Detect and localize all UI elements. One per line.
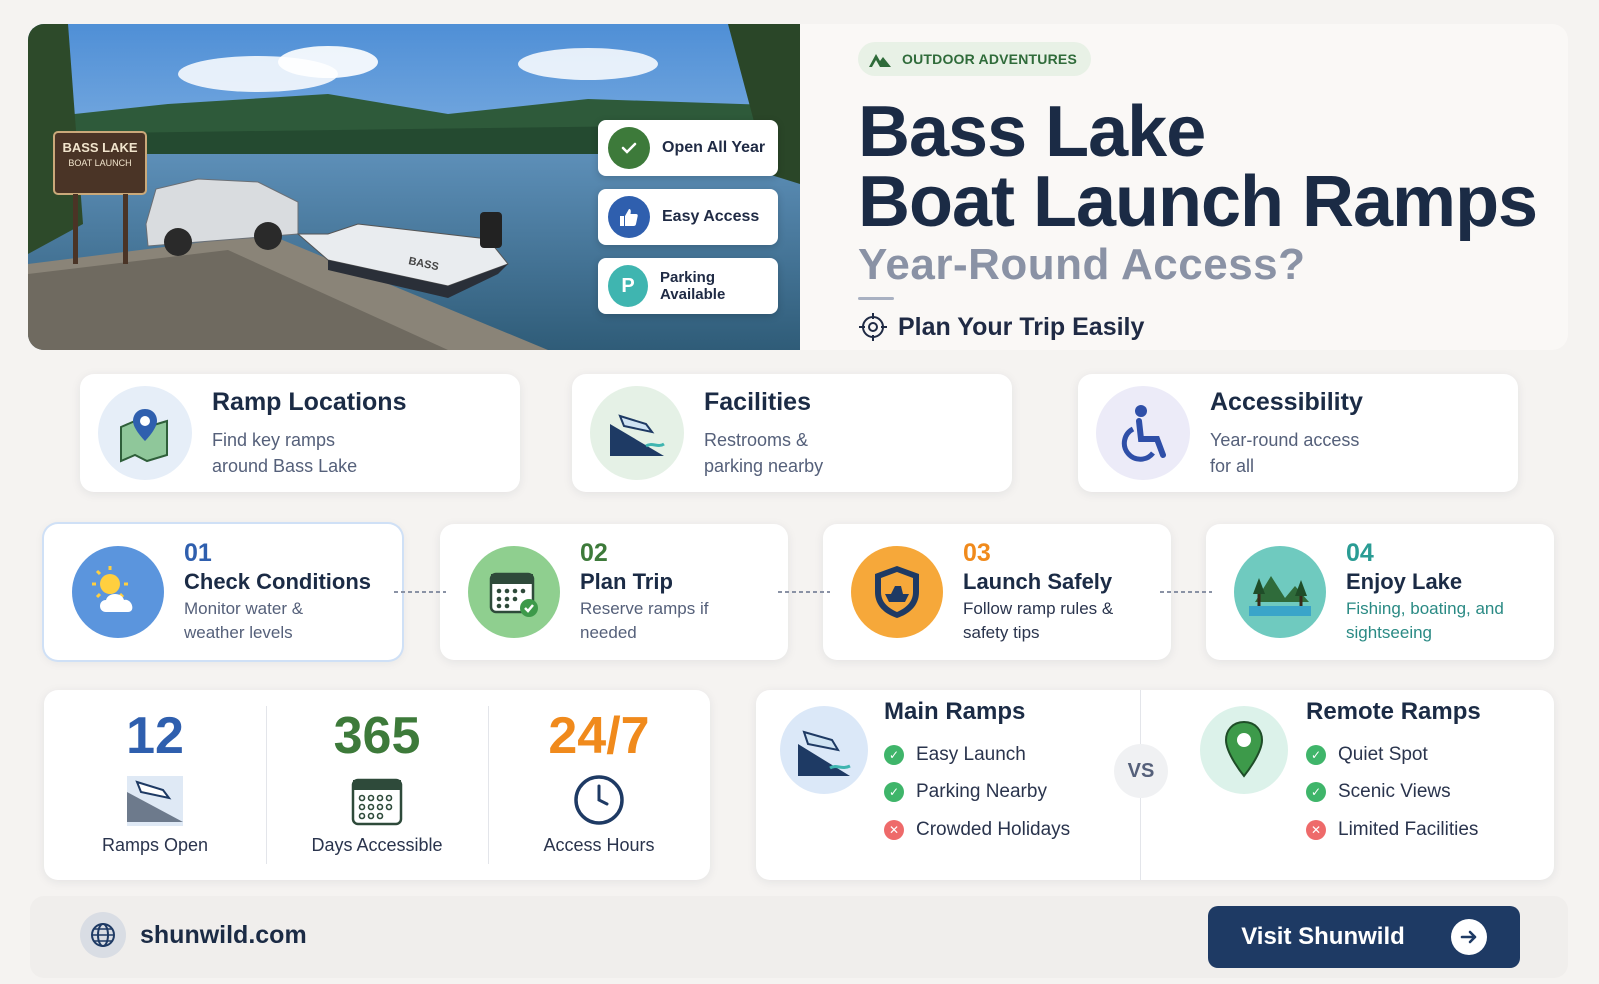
main-ramps-item: ✓ Easy Launch <box>884 744 1026 766</box>
wheelchair-icon <box>1096 386 1190 480</box>
boat-ramp-icon <box>125 772 185 830</box>
remote-ramps-title: Remote Ramps <box>1306 698 1481 725</box>
feature-facilities: Facilities Restrooms & parking nearby <box>572 374 1012 492</box>
page-title-line-1: Bass Lake <box>858 92 1206 172</box>
plan-tagline: Plan Your Trip Easily <box>858 312 1144 342</box>
calendar-icon <box>347 772 407 830</box>
stat-label: Days Accessible <box>311 835 443 855</box>
feature-desc: Restrooms & parking nearby <box>704 429 824 476</box>
feature-ramp-locations: Ramp Locations Find key ramps around Bas… <box>80 374 520 492</box>
badge-parking: P Parking Available <box>598 258 778 314</box>
calendar-icon <box>468 546 560 638</box>
clock-icon <box>569 772 629 830</box>
plan-text: Plan Your Trip Easily <box>898 312 1145 341</box>
step-title: Launch Safely <box>963 569 1113 594</box>
tag-label: OUTDOOR ADVENTURES <box>902 51 1077 67</box>
stat-label: Ramps Open <box>101 835 209 855</box>
step-desc: Reserve ramps if needed <box>580 599 709 642</box>
cta-label: Visit Shunwild <box>1241 923 1405 950</box>
feature-title: Facilities <box>704 387 811 416</box>
stat-ramps-open: 12 Ramps Open <box>44 690 266 880</box>
stat-days-accessible: 365 Days Accessible <box>266 690 488 880</box>
step-desc: Follow ramp rules & safety tips <box>963 599 1114 642</box>
arrow-right-icon <box>1450 919 1487 955</box>
main-ramps-title: Main Ramps <box>884 698 1026 725</box>
step-desc: Monitor water & weather levels <box>184 599 304 642</box>
main-ramps-item: ✓ Parking Nearby <box>884 781 1047 803</box>
site-text: shunwild.com <box>140 920 307 949</box>
step-number: 03 <box>963 539 991 567</box>
step-title: Check Conditions <box>184 569 372 594</box>
main-ramps-item: ✕ Crowded Holidays <box>884 819 1070 841</box>
shield-boat-icon <box>851 546 943 638</box>
boat-ramp-icon <box>590 386 684 480</box>
badge-label: Open All Year <box>662 139 766 156</box>
mountain-tent-icon <box>869 54 891 67</box>
vs-badge: VS <box>1114 744 1168 798</box>
lake-trees-icon <box>1234 546 1326 638</box>
subtitle-divider <box>858 297 894 300</box>
step-title: Enjoy Lake <box>1346 569 1463 594</box>
map-pin-icon <box>98 386 192 480</box>
compass-target-icon <box>859 313 887 341</box>
sign-line-1: BASS LAKE <box>62 140 137 155</box>
feature-desc: Year-round access for all <box>1210 429 1360 476</box>
item-text: Scenic Views <box>1338 781 1451 802</box>
feature-desc: Find key ramps around Bass Lake <box>212 429 358 476</box>
item-text: Easy Launch <box>916 744 1026 765</box>
check-icon: ✓ <box>1306 745 1326 765</box>
step-enjoy-lake: 04 Enjoy Lake Fishing, boating, and sigh… <box>1206 524 1554 660</box>
step-arrow-3 <box>1160 591 1212 593</box>
x-icon: ✕ <box>1306 820 1326 840</box>
badge-open-all-year: Open All Year <box>598 120 778 176</box>
step-launch-safely: 03 Launch Safely Follow ramp rules & saf… <box>823 524 1171 660</box>
step-check-conditions: 01 Check Conditions Monitor water & weat… <box>44 524 402 660</box>
ramp-comparison-panel: Main Ramps ✓ Easy Launch ✓ Parking Nearby … <box>756 690 1554 880</box>
item-text: Limited Facilities <box>1338 819 1479 840</box>
visit-shunwild-button[interactable]: Visit Shunwild <box>1208 906 1520 968</box>
page-subtitle: Year-Round Access? <box>858 240 1306 289</box>
feature-title: Accessibility <box>1210 387 1363 416</box>
x-icon: ✕ <box>884 820 904 840</box>
site-link[interactable]: shunwild.com <box>80 912 307 958</box>
badge-easy-access: Easy Access <box>598 189 778 245</box>
badge-label: Parking Available <box>659 269 726 303</box>
item-text: Crowded Holidays <box>916 819 1071 840</box>
check-icon: ✓ <box>884 745 904 765</box>
location-pin-icon <box>1200 706 1288 794</box>
remote-ramps-item: ✕ Limited Facilities <box>1306 819 1478 841</box>
page-title-line-2: Boat Launch Ramps <box>858 162 1538 242</box>
feature-accessibility: Accessibility Year-round access for all <box>1078 374 1518 492</box>
sign-line-2: BOAT LAUNCH <box>68 158 131 168</box>
stat-value: 24/7 <box>548 707 650 765</box>
stat-value: 365 <box>333 707 421 765</box>
globe-icon <box>80 912 126 958</box>
boat-ramp-icon <box>780 706 868 794</box>
category-tag: OUTDOOR ADVENTURES <box>858 42 1091 76</box>
step-title: Plan Trip <box>580 569 673 594</box>
step-number: 04 <box>1346 539 1374 567</box>
check-icon <box>608 127 650 169</box>
feature-title: Ramp Locations <box>212 387 407 416</box>
check-icon: ✓ <box>1306 782 1326 802</box>
stats-panel: 12 Ramps Open 365 Days Accessible 24/7 A… <box>44 690 710 880</box>
stat-value: 12 <box>126 707 184 765</box>
badge-label: Easy Access <box>662 208 760 225</box>
step-arrow-2 <box>778 591 830 593</box>
weather-icon <box>72 546 164 638</box>
item-text: Parking Nearby <box>916 781 1047 802</box>
step-number: 01 <box>184 539 212 567</box>
remote-ramps-item: ✓ Quiet Spot <box>1306 744 1428 766</box>
step-number: 02 <box>580 539 608 567</box>
stat-label: Access Hours <box>543 835 655 855</box>
step-desc: Fishing, boating, and sightseeing <box>1346 599 1504 642</box>
item-text: Quiet Spot <box>1338 744 1428 765</box>
step-arrow-1 <box>394 591 446 593</box>
remote-ramps-item: ✓ Scenic Views <box>1306 781 1451 803</box>
thumbs-up-icon <box>608 196 650 238</box>
check-icon: ✓ <box>884 782 904 802</box>
step-plan-trip: 02 Plan Trip Reserve ramps if needed <box>440 524 788 660</box>
parking-icon: P <box>608 265 648 307</box>
stat-access-hours: 24/7 Access Hours <box>488 690 710 880</box>
